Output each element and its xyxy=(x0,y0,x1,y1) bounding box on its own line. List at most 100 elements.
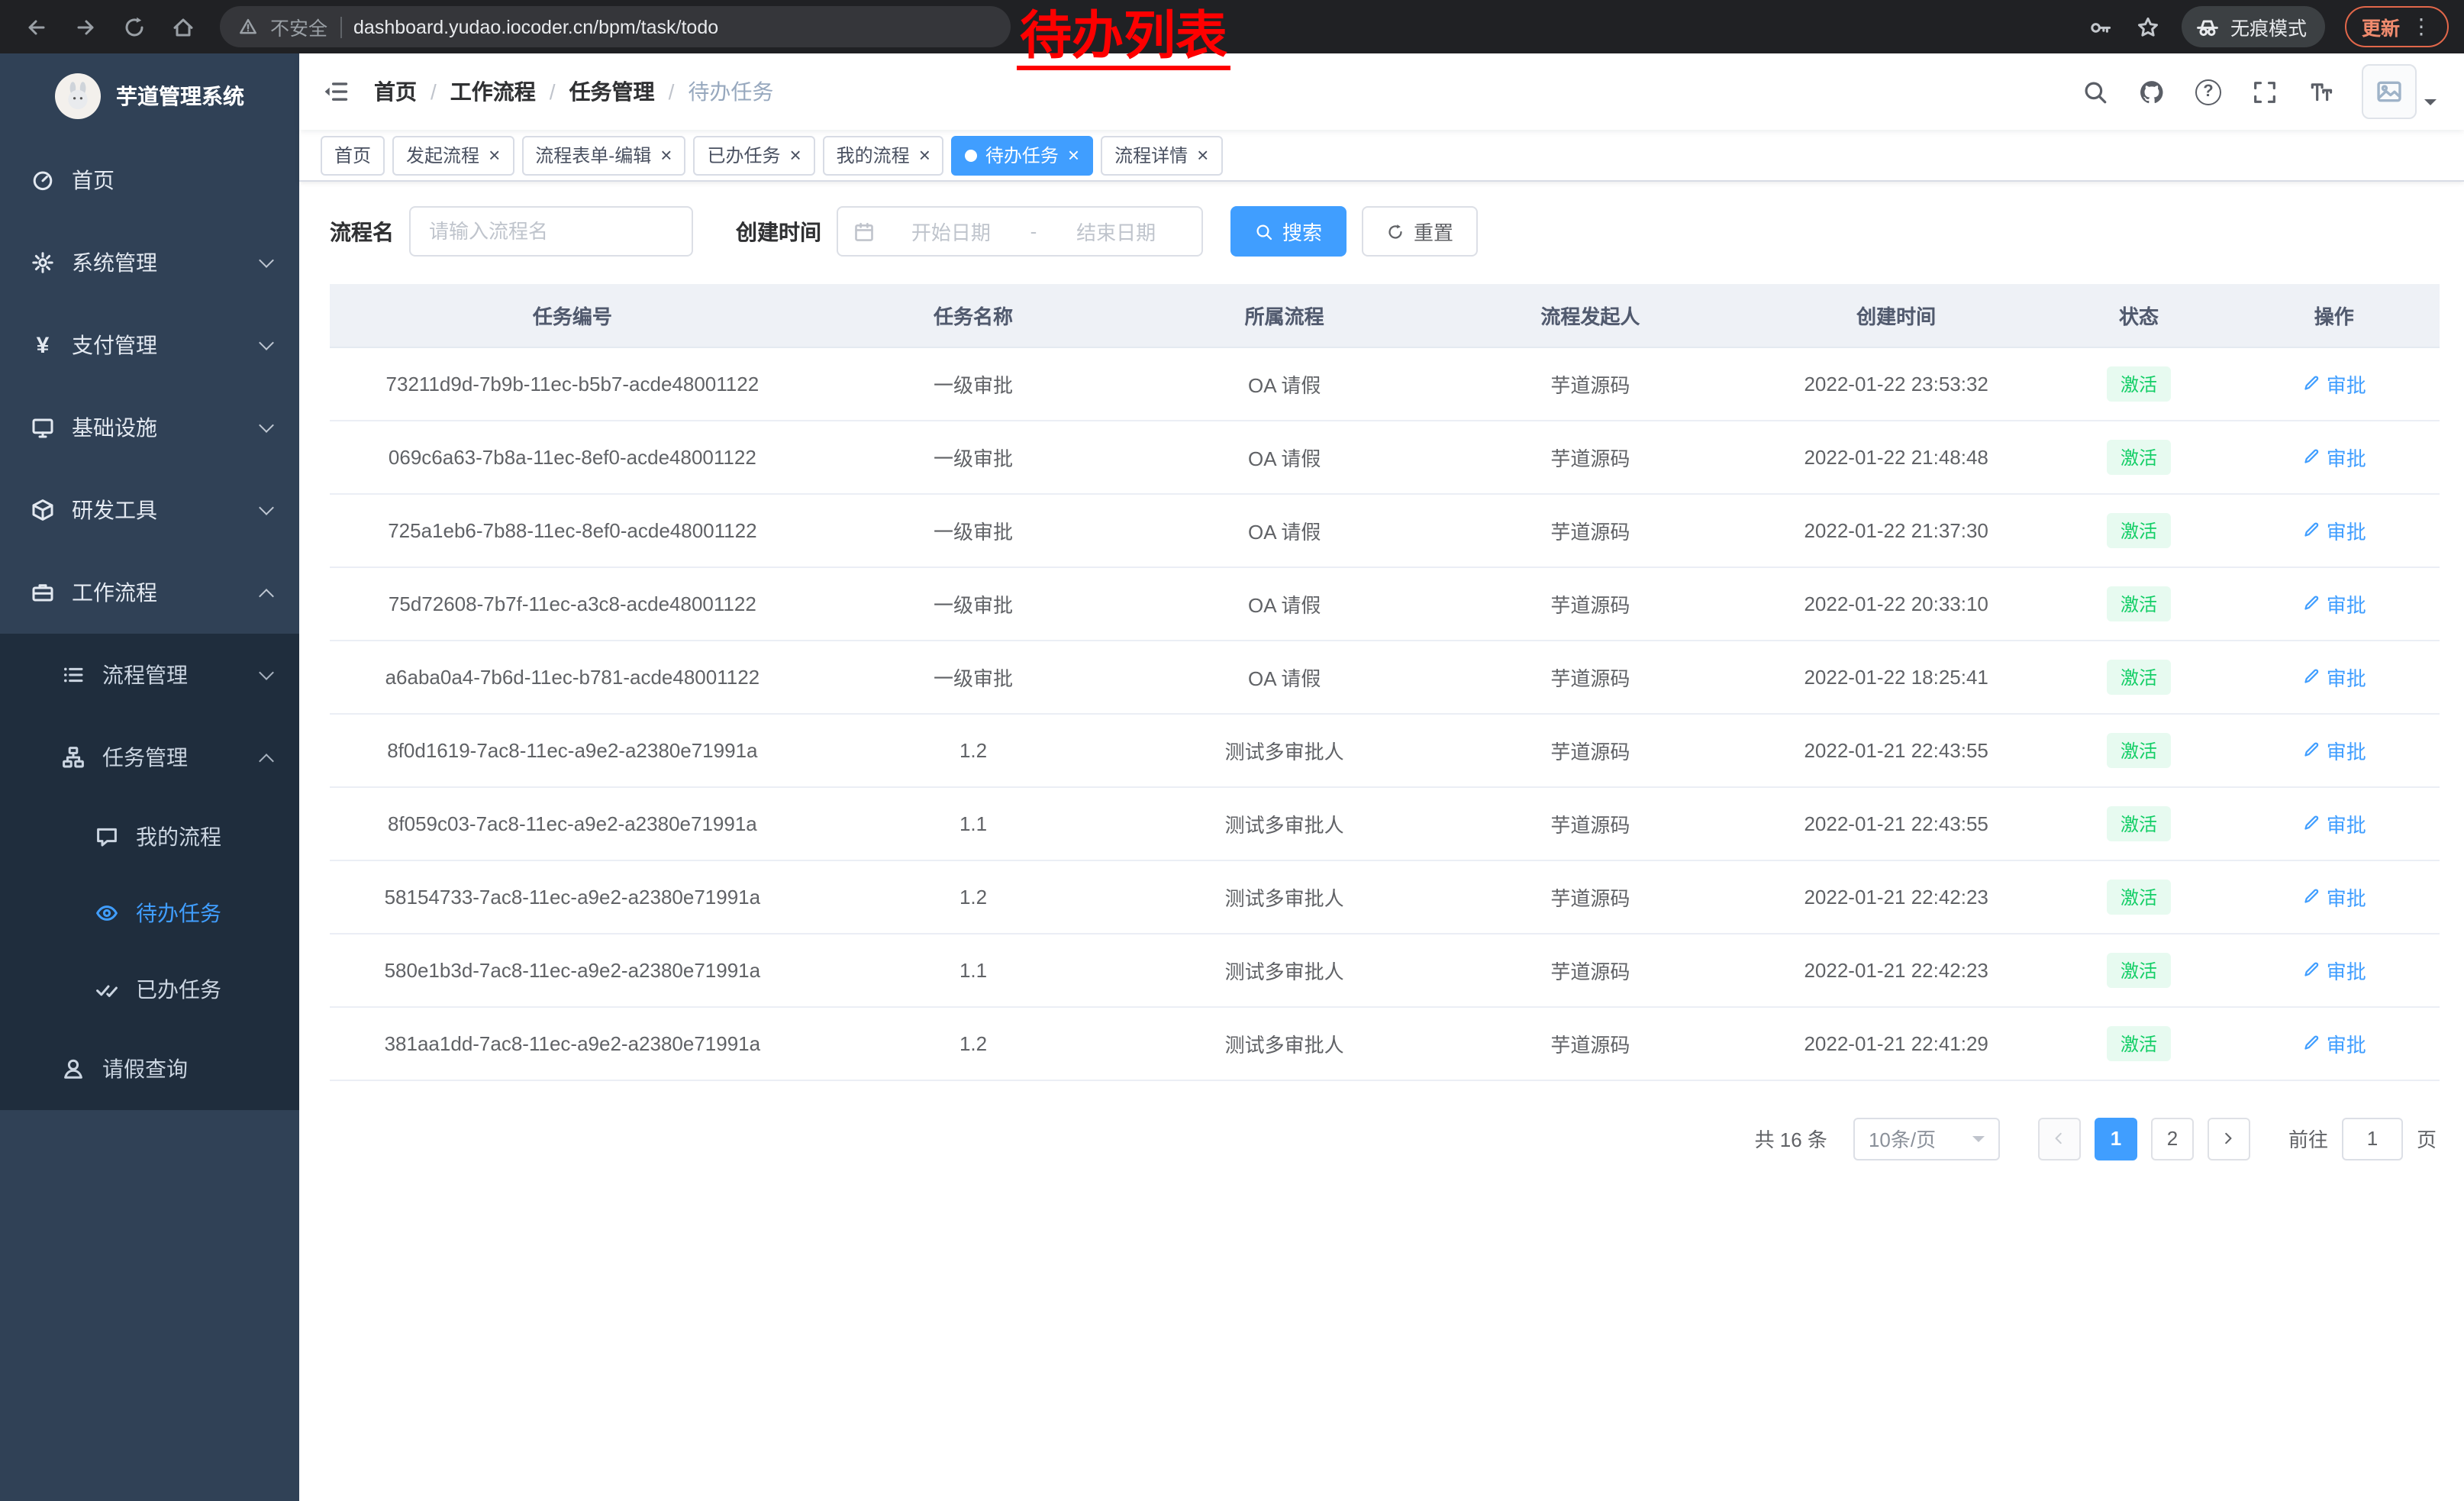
tab-label: 我的流程 xyxy=(837,142,910,168)
font-size-icon[interactable] xyxy=(2296,66,2346,118)
cell-task-id: a6aba0a4-7b6d-11ec-b781-acde48001122 xyxy=(330,640,815,713)
sidebar-item-label: 流程管理 xyxy=(102,660,188,690)
goto-page-input[interactable] xyxy=(2342,1117,2403,1160)
reset-button[interactable]: 重置 xyxy=(1362,206,1478,257)
page-size-select[interactable]: 10条/页 xyxy=(1853,1117,2000,1160)
address-bar[interactable]: 不安全 dashboard.yudao.iocoder.cn/bpm/task/… xyxy=(220,6,1011,47)
sidebar-item-dev-tools[interactable]: 研发工具 xyxy=(0,469,299,551)
chevron-down-icon xyxy=(259,418,274,433)
tab-process-form-edit[interactable]: 流程表单-编辑× xyxy=(521,135,685,175)
forward-icon[interactable] xyxy=(64,5,107,48)
breadcrumb-separator: / xyxy=(431,79,437,104)
cell-task-id: 8f0d1619-7ac8-11ec-a9e2-a2380e71991a xyxy=(330,713,815,786)
cell-status: 激活 xyxy=(2050,713,2229,786)
sidebar-collapse-icon[interactable] xyxy=(299,78,373,105)
tab-process-detail[interactable]: 流程详情× xyxy=(1101,135,1222,175)
search-icon[interactable] xyxy=(2070,66,2121,118)
page-button-1[interactable]: 1 xyxy=(2095,1117,2137,1160)
approve-link[interactable]: 审批 xyxy=(2302,515,2366,544)
cell-initiator: 芋道源码 xyxy=(1437,786,1743,860)
approve-link[interactable]: 审批 xyxy=(2302,662,2366,691)
approve-link-label: 审批 xyxy=(2327,369,2366,398)
dashboard-icon xyxy=(31,168,55,192)
back-icon[interactable] xyxy=(15,5,58,48)
close-icon[interactable]: × xyxy=(919,145,930,165)
edit-pen-icon xyxy=(2302,887,2320,905)
cell-created: 2022-01-22 18:25:41 xyxy=(1743,640,2050,713)
cell-task-name: 一级审批 xyxy=(815,493,1132,567)
user-menu[interactable] xyxy=(2362,64,2437,119)
cell-task-id: 580e1b3d-7ac8-11ec-a9e2-a2380e71991a xyxy=(330,933,815,1006)
sidebar-item-payment[interactable]: ¥ 支付管理 xyxy=(0,304,299,386)
process-name-input[interactable] xyxy=(409,206,693,257)
sidebar-item-done-task[interactable]: 已办任务 xyxy=(0,951,299,1028)
breadcrumb-item[interactable]: 工作流程 xyxy=(450,76,536,107)
approve-link[interactable]: 审批 xyxy=(2302,442,2366,471)
help-icon[interactable]: ? xyxy=(2183,66,2233,118)
table-row: 580e1b3d-7ac8-11ec-a9e2-a2380e71991a 1.1… xyxy=(330,933,2440,1006)
sidebar-item-home[interactable]: 首页 xyxy=(0,139,299,221)
gear-icon xyxy=(31,250,55,275)
sidebar-item-my-process[interactable]: 我的流程 xyxy=(0,799,299,875)
date-range-picker[interactable]: 开始日期 - 结束日期 xyxy=(837,206,1203,257)
cell-created: 2022-01-21 22:42:23 xyxy=(1743,860,2050,933)
next-page-button[interactable] xyxy=(2208,1117,2250,1160)
close-icon[interactable]: × xyxy=(660,145,672,165)
search-button[interactable]: 搜索 xyxy=(1230,206,1346,257)
reload-icon[interactable] xyxy=(113,5,156,48)
chevron-down-icon xyxy=(259,253,274,268)
approve-link[interactable]: 审批 xyxy=(2302,809,2366,838)
cell-status: 激活 xyxy=(2050,1006,2229,1080)
password-key-icon[interactable] xyxy=(2087,13,2114,40)
close-icon[interactable]: × xyxy=(1068,145,1079,165)
tab-start-process[interactable]: 发起流程× xyxy=(392,135,514,175)
chevron-left-icon xyxy=(2051,1130,2068,1147)
cell-initiator: 芋道源码 xyxy=(1437,347,1743,420)
sidebar-item-infrastructure[interactable]: 基础设施 xyxy=(0,386,299,469)
prev-page-button[interactable] xyxy=(2038,1117,2081,1160)
approve-link-label: 审批 xyxy=(2327,735,2366,764)
sidebar-item-task-management[interactable]: 任务管理 xyxy=(0,716,299,799)
approve-link-label: 审批 xyxy=(2327,589,2366,618)
logo[interactable]: 芋道管理系统 xyxy=(0,53,299,139)
browser-chrome: 不安全 dashboard.yudao.iocoder.cn/bpm/task/… xyxy=(0,0,2464,53)
breadcrumb-item[interactable]: 首页 xyxy=(374,76,417,107)
tab-todo-task[interactable]: 待办任务× xyxy=(952,135,1093,175)
col-process: 所属流程 xyxy=(1131,284,1437,347)
sidebar-item-todo-task[interactable]: 待办任务 xyxy=(0,875,299,951)
app-title: 芋道管理系统 xyxy=(116,81,244,111)
cell-created: 2022-01-22 21:48:48 xyxy=(1743,420,2050,493)
fullscreen-icon[interactable] xyxy=(2240,66,2290,118)
browser-update-button[interactable]: 更新 ⋮ xyxy=(2345,6,2449,47)
edit-pen-icon xyxy=(2302,1034,2320,1052)
tab-my-process[interactable]: 我的流程 × xyxy=(823,135,944,175)
status-badge: 激活 xyxy=(2107,659,2171,694)
tab-home[interactable]: 首页 xyxy=(321,135,385,175)
breadcrumb-item[interactable]: 任务管理 xyxy=(569,76,655,107)
status-badge: 激活 xyxy=(2107,879,2171,914)
end-date-placeholder: 结束日期 xyxy=(1046,217,1186,246)
sidebar-item-system[interactable]: 系统管理 xyxy=(0,221,299,304)
close-icon[interactable]: × xyxy=(1197,145,1208,165)
home-icon[interactable] xyxy=(162,5,205,48)
approve-link[interactable]: 审批 xyxy=(2302,735,2366,764)
sidebar-item-process-management[interactable]: 流程管理 xyxy=(0,634,299,716)
table-row: 725a1eb6-7b88-11ec-8ef0-acde48001122 一级审… xyxy=(330,493,2440,567)
sidebar-item-workflow[interactable]: 工作流程 xyxy=(0,551,299,634)
approve-link[interactable]: 审批 xyxy=(2302,589,2366,618)
github-icon[interactable] xyxy=(2127,66,2177,118)
cell-process: 测试多审批人 xyxy=(1131,860,1437,933)
tab-done-task[interactable]: 已办任务× xyxy=(693,135,814,175)
cell-initiator: 芋道源码 xyxy=(1437,420,1743,493)
sidebar-item-leave-query[interactable]: 请假查询 xyxy=(0,1028,299,1110)
close-icon[interactable]: × xyxy=(489,145,500,165)
close-icon[interactable]: × xyxy=(789,145,801,165)
approve-link[interactable]: 审批 xyxy=(2302,369,2366,398)
more-menu-icon[interactable]: ⋮ xyxy=(2411,14,2432,40)
chevron-down-icon xyxy=(259,335,274,350)
approve-link[interactable]: 审批 xyxy=(2302,1028,2366,1057)
approve-link[interactable]: 审批 xyxy=(2302,882,2366,911)
bookmark-star-icon[interactable] xyxy=(2134,13,2162,40)
approve-link[interactable]: 审批 xyxy=(2302,955,2366,984)
page-button-2[interactable]: 2 xyxy=(2151,1117,2194,1160)
